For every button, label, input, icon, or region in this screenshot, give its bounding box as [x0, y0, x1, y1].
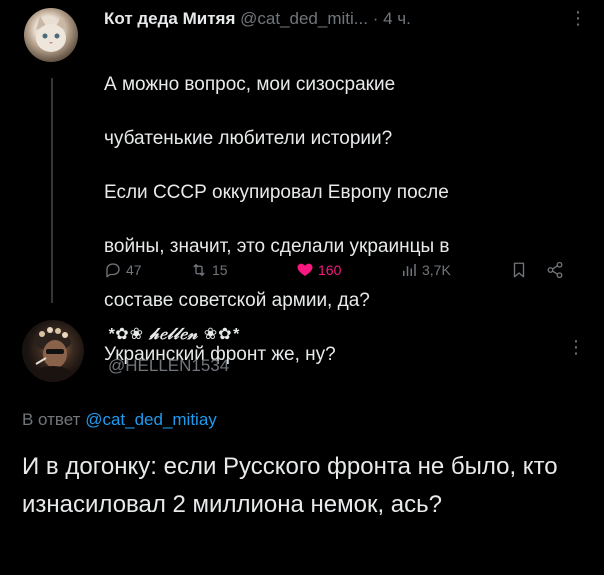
tweet-text-line: Если СССР оккупировал Европу после — [104, 182, 449, 203]
tweet-actions: 47 15 160 3,7K — [100, 258, 590, 282]
thread-line — [51, 78, 53, 303]
author-handle[interactable]: @cat_ded_miti... — [240, 9, 368, 28]
tweet-text-line: войны, значит, это сделали украинцы в — [104, 236, 450, 257]
tweet-text-line: составе советской армии, да? — [104, 290, 370, 311]
avatar[interactable] — [24, 8, 78, 62]
author-name[interactable]: Кот деда Митяя — [104, 9, 235, 28]
bookmark-icon — [513, 262, 525, 278]
tweet-text-line: А можно вопрос, мои сизосракие — [104, 74, 396, 95]
tweet-header: Кот деда Митяя @cat_ded_miti... · 4 ч. — [104, 8, 411, 30]
retweet-button[interactable]: 15 — [190, 258, 228, 282]
comment-icon — [106, 263, 120, 278]
reply-text: И в догонку: если Русского фронта не был… — [22, 453, 558, 518]
heart-icon — [297, 263, 313, 276]
woman-avatar-image — [33, 327, 73, 382]
like-button[interactable]: 160 — [296, 258, 341, 282]
reply-to-prefix: В ответ — [22, 410, 81, 429]
like-count: 160 — [318, 262, 342, 278]
retweet-icon — [193, 263, 205, 277]
views-count: 3,7K — [422, 262, 451, 278]
reply-author-handle[interactable]: @HELLEN1534 — [108, 356, 229, 376]
views-button[interactable]: 3,7K — [400, 258, 451, 282]
reply-count: 47 — [126, 262, 142, 278]
timestamp[interactable]: 4 ч. — [383, 9, 411, 28]
tweet-text-line: чубатенькие любители истории? — [104, 128, 393, 149]
share-icon — [547, 261, 563, 279]
separator: · — [372, 9, 379, 28]
more-vertical-icon[interactable]: ⋮ — [568, 8, 588, 28]
reply-to-line: В ответ @cat_ded_mitiay — [22, 410, 217, 430]
views-icon — [403, 264, 416, 276]
share-button[interactable] — [546, 258, 564, 282]
reply-to-handle[interactable]: @cat_ded_mitiay — [85, 410, 217, 429]
reply-button[interactable]: 47 — [104, 258, 142, 282]
avatar[interactable] — [22, 320, 84, 382]
more-vertical-icon[interactable]: ⋮ — [566, 337, 586, 357]
retweet-count: 15 — [212, 262, 228, 278]
cat-avatar-image — [36, 16, 66, 52]
reply-author-name[interactable]: *✿❀ 𝒽𝑒𝓁𝓁𝑒𝓃 ❀✿* — [108, 324, 240, 344]
bookmark-button[interactable] — [510, 258, 528, 282]
